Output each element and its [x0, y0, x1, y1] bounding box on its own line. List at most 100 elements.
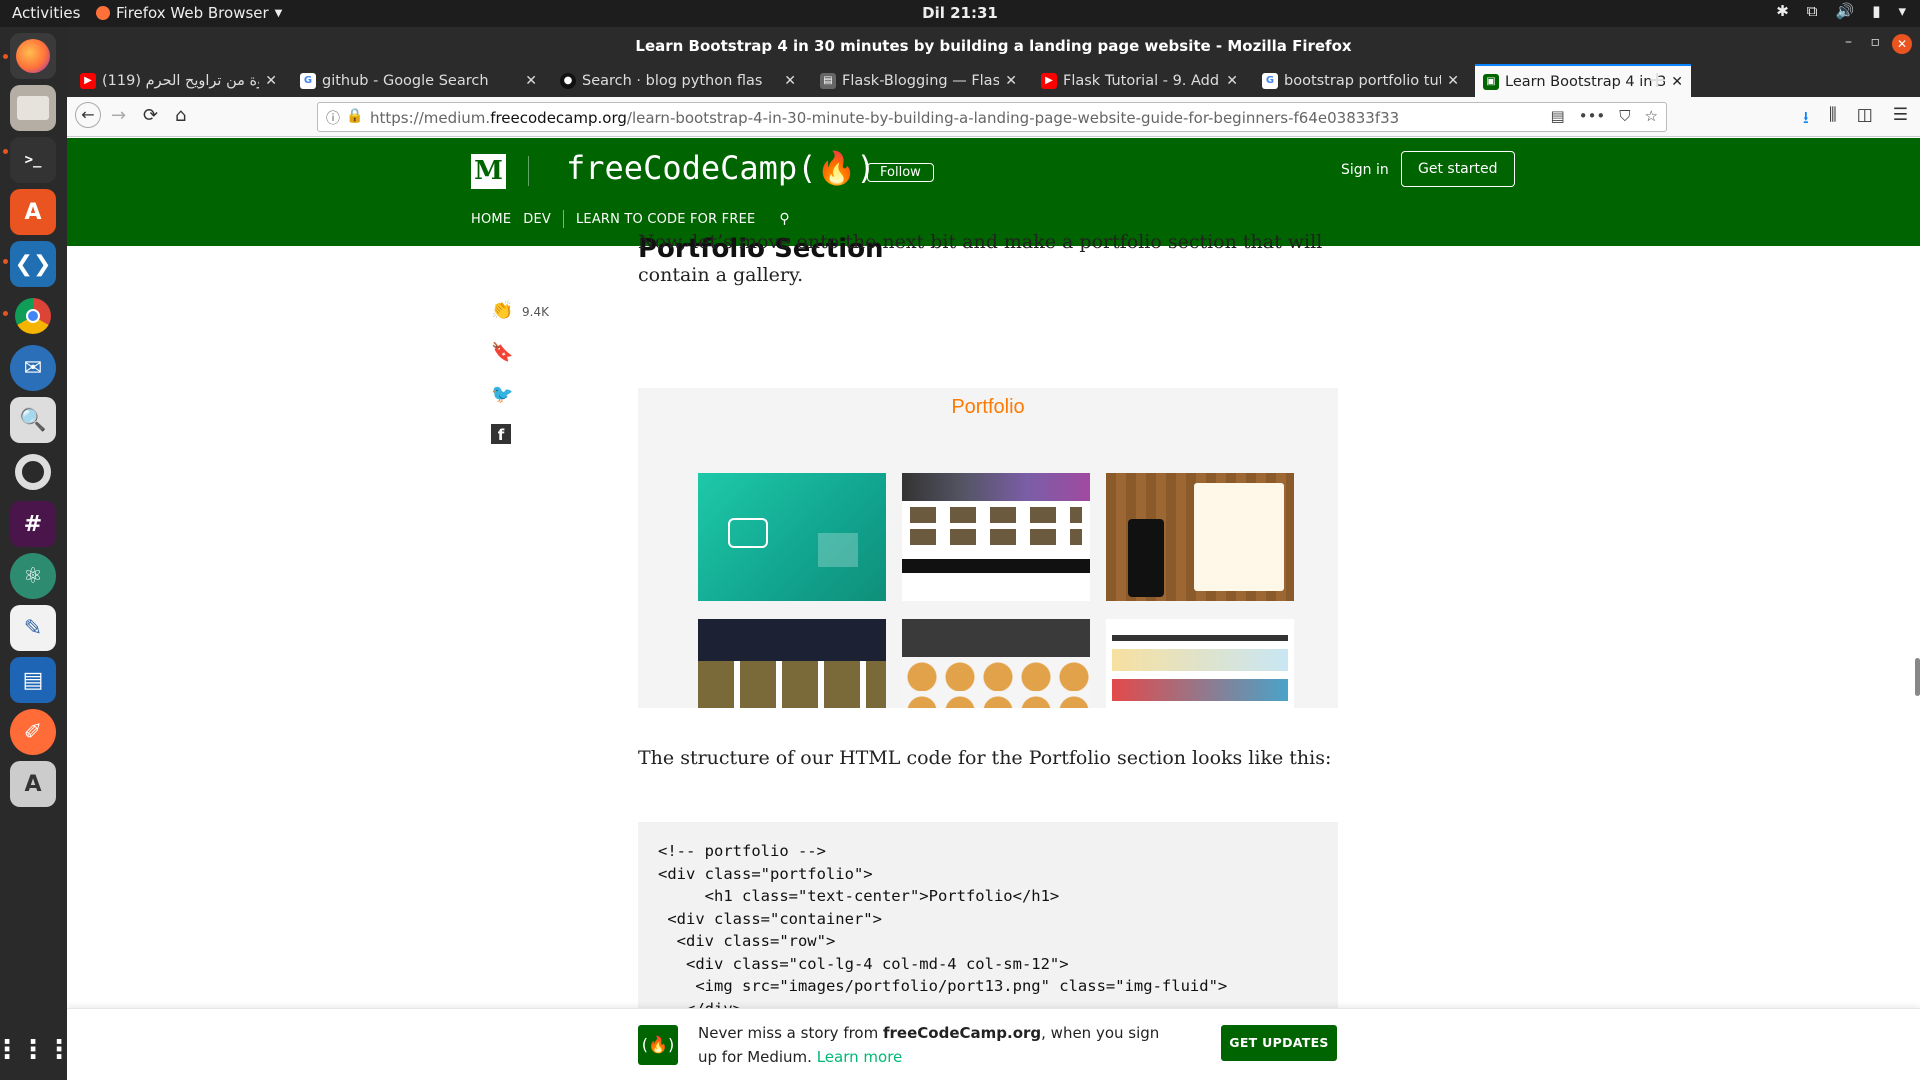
freecodecamp-logo-icon: (🔥)	[638, 1025, 678, 1065]
writer-dock-icon[interactable]: ▤	[10, 657, 56, 703]
hamburger-menu-icon[interactable]: ☰	[1893, 105, 1908, 134]
pocket-icon[interactable]: ⛉	[1619, 107, 1630, 125]
url-text[interactable]: https://medium.freecodecamp.org/learn-bo…	[370, 109, 1399, 127]
reader-view-icon[interactable]: ▤	[1551, 107, 1565, 125]
reload-button[interactable]: ⟳	[143, 105, 158, 126]
get-updates-button[interactable]: GET UPDATES	[1221, 1025, 1337, 1061]
portfolio-thumbnail	[698, 473, 886, 601]
slack-dock-icon[interactable]: #	[10, 501, 56, 547]
nav-learn-to-code[interactable]: LEARN TO CODE FOR FREE	[576, 212, 767, 227]
nav-home[interactable]: HOME	[471, 212, 523, 227]
signup-banner: (🔥) Never miss a story from freeCodeCamp…	[67, 1008, 1920, 1080]
thunderbird-dock-icon[interactable]: ✉	[10, 345, 56, 391]
files-dock-icon[interactable]	[10, 85, 56, 131]
tab-label: Learn Bootstrap 4 in 30 r	[1505, 73, 1665, 90]
close-tab-icon[interactable]: ✕	[1447, 73, 1459, 89]
back-button[interactable]: ←	[75, 102, 101, 128]
fonts-dock-icon[interactable]: A	[10, 761, 56, 807]
freecodecamp-logo[interactable]: freeCodeCamp(🔥)	[566, 149, 876, 187]
close-tab-icon[interactable]: ✕	[1671, 74, 1683, 90]
slack-tray-icon[interactable]: ✱	[1776, 2, 1789, 20]
site-info-icon[interactable]: ⓘ	[326, 108, 340, 128]
intro-paragraph: Now, let’s move onto the next bit and ma…	[638, 231, 1323, 286]
scrollbar-thumb[interactable]	[1915, 658, 1920, 696]
opera-dock-icon[interactable]	[10, 449, 56, 495]
close-tab-icon[interactable]: ✕	[265, 73, 277, 89]
figure-title: Portfolio	[951, 396, 1025, 418]
battery-icon[interactable]: ▮	[1872, 2, 1880, 20]
network-icon[interactable]: ⧉	[1807, 2, 1818, 20]
portfolio-figure: Portfolio	[638, 388, 1338, 708]
tab[interactable]: ▶ Flask Tutorial - 9. Adding ✕	[1033, 64, 1246, 97]
bookmark-star-icon[interactable]: ☆	[1645, 107, 1658, 125]
twitter-icon[interactable]: 🐦	[491, 384, 513, 405]
web-page: M freeCodeCamp(🔥) Follow Sign in Get sta…	[67, 138, 1920, 1080]
portfolio-thumbnail	[698, 619, 886, 708]
tab-label: bootstrap portfolio tuto	[1284, 72, 1442, 89]
power-menu-icon[interactable]: ▾	[1898, 2, 1906, 20]
lock-icon: 🔒	[346, 108, 364, 124]
toolbar-right: ⭳ ⫼ ◫ ☰	[1803, 105, 1908, 134]
tab[interactable]: ▤ Flask-Blogging — Flask-B ✕	[812, 64, 1025, 97]
search-icon[interactable]: ⚲	[779, 211, 789, 227]
follow-button[interactable]: Follow	[867, 163, 934, 182]
youtube-icon: ▶	[80, 72, 96, 89]
magnifier-dock-icon[interactable]: 🔍	[10, 397, 56, 443]
system-tray[interactable]: ✱ ⧉ 🔊 ▮ ▾	[1776, 2, 1906, 20]
nav-divider	[562, 210, 564, 228]
software-center-dock-icon[interactable]: A	[10, 189, 56, 235]
tab[interactable]: G bootstrap portfolio tuto ✕	[1254, 64, 1467, 97]
nav-dev[interactable]: DEV	[523, 212, 563, 227]
close-tab-icon[interactable]: ✕	[1005, 73, 1017, 89]
firefox-dock-icon[interactable]	[10, 33, 56, 79]
facebook-icon[interactable]: f	[491, 424, 511, 444]
window-title-bar: Learn Bootstrap 4 in 30 minutes by build…	[67, 27, 1920, 64]
library-icon[interactable]: ⫼	[1829, 105, 1837, 134]
close-tab-icon[interactable]: ✕	[525, 73, 537, 89]
volume-icon[interactable]: 🔊	[1836, 2, 1855, 20]
home-button[interactable]: ⌂	[175, 105, 186, 126]
get-started-button[interactable]: Get started	[1401, 151, 1515, 187]
vscode-dock-icon[interactable]: ❮❯	[10, 241, 56, 287]
bookmark-icon[interactable]: 🔖	[491, 342, 513, 363]
new-tab-button[interactable]: +	[1648, 68, 1666, 93]
maximize-button[interactable]: ▫	[1871, 34, 1881, 50]
text-editor-dock-icon[interactable]: ✎	[10, 605, 56, 651]
clap-icon[interactable]: 👏	[491, 300, 513, 321]
tab[interactable]: ▶ (119) تلاوة من تراويح الحرم ✕	[72, 64, 285, 97]
sidebar-icon[interactable]: ◫	[1857, 105, 1873, 134]
github-icon: ●	[560, 72, 576, 89]
chrome-dock-icon[interactable]	[10, 293, 56, 339]
close-tab-icon[interactable]: ✕	[784, 73, 796, 89]
atom-dock-icon[interactable]: ⚛	[10, 553, 56, 599]
tab-label: Search · blog python flas	[582, 72, 763, 89]
sign-in-link[interactable]: Sign in	[1341, 162, 1389, 178]
close-window-button[interactable]: ✕	[1892, 34, 1912, 54]
clap-count: 9.4K	[522, 305, 549, 319]
doc-icon: ▤	[820, 72, 836, 89]
close-tab-icon[interactable]: ✕	[1226, 73, 1238, 89]
youtube-icon: ▶	[1041, 72, 1057, 89]
tab[interactable]: G github - Google Search ✕	[292, 64, 545, 97]
forward-button[interactable]: →	[111, 105, 126, 126]
tab-label: Flask Tutorial - 9. Adding	[1063, 72, 1220, 89]
page-actions-icon[interactable]: •••	[1579, 107, 1606, 125]
portfolio-thumbnail	[902, 619, 1090, 708]
code-text: <!-- portfolio --> <div class="portfolio…	[658, 842, 1228, 1018]
banner-text: Never miss a story from freeCodeCamp.org…	[698, 1024, 1160, 1066]
url-actions: ▤ ••• ⛉ ☆	[1551, 107, 1658, 125]
tab[interactable]: ● Search · blog python flas ✕	[552, 64, 804, 97]
freecodecamp-icon: ▣	[1483, 73, 1499, 90]
learn-more-link[interactable]: Learn more	[817, 1048, 903, 1066]
postman-dock-icon[interactable]: ✐	[10, 709, 56, 755]
portfolio-thumbnail	[1106, 619, 1294, 708]
url-bar[interactable]: ⓘ 🔒 https://medium.freecodecamp.org/lear…	[317, 102, 1667, 132]
downloads-icon[interactable]: ⭳	[1803, 105, 1809, 134]
clock[interactable]: Dil 21:31	[0, 4, 1920, 22]
medium-logo[interactable]: M	[471, 154, 506, 189]
tab-label: (119) تلاوة من تراويح الحرم	[102, 72, 259, 89]
google-icon: G	[300, 72, 316, 89]
minimize-button[interactable]: –	[1845, 34, 1852, 50]
terminal-dock-icon[interactable]: >_	[10, 137, 56, 183]
show-applications-icon[interactable]: ⋮⋮⋮	[0, 1027, 72, 1073]
